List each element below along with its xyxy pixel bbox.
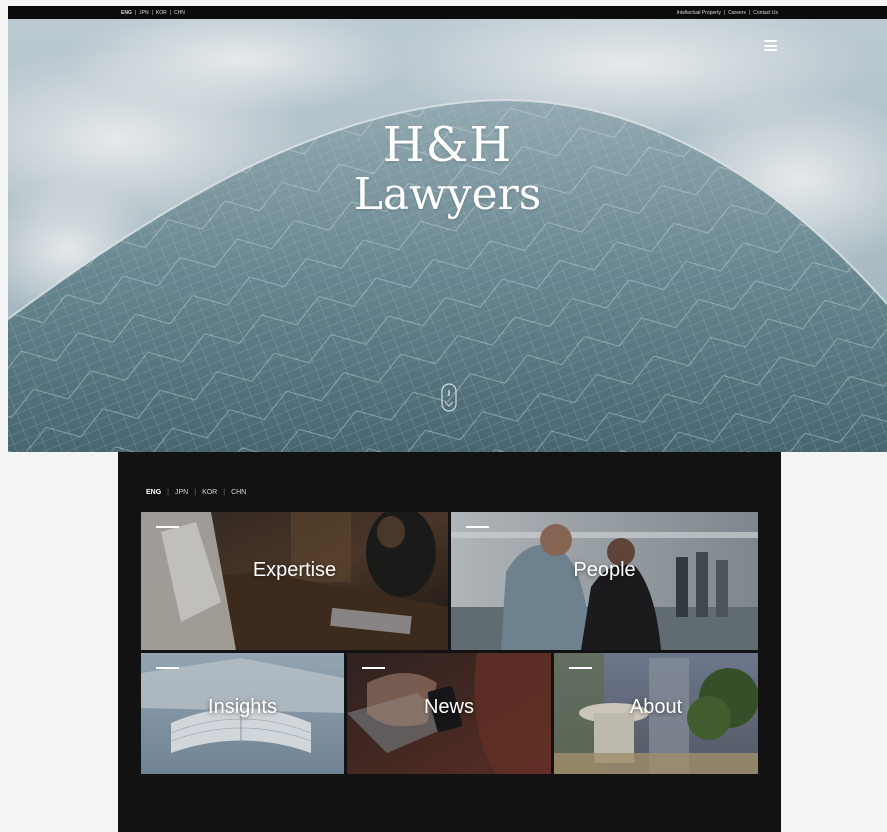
top-lang-eng[interactable]: ENG — [121, 10, 132, 16]
divider: | — [194, 489, 197, 496]
tile-label-expertise: Expertise — [252, 559, 337, 581]
navigation-panel: ENG | JPN | KOR | CHN Expertise People I… — [118, 452, 781, 832]
tile-label-people: People — [573, 559, 636, 581]
panel-language-switcher: ENG | JPN | KOR | CHN — [146, 489, 246, 496]
panel-lang-kor[interactable]: KOR — [202, 489, 217, 496]
top-links: Intellectual Property | Careers | Contac… — [677, 10, 778, 16]
divider: | — [748, 10, 751, 16]
tile-accent-line — [156, 526, 179, 528]
scroll-down-icon[interactable] — [440, 383, 458, 415]
tile-label-about: About — [629, 696, 683, 718]
brand-title-line2: Lawyers — [353, 169, 542, 220]
intellectual-property-link[interactable]: Intellectual Property — [677, 10, 721, 16]
hamburger-menu-icon[interactable] — [764, 40, 777, 51]
tile-label-insights: Insights — [208, 696, 277, 718]
tile-accent-line — [362, 667, 385, 669]
menu-line — [764, 44, 777, 47]
tile-insights[interactable]: Insights — [141, 653, 344, 774]
tile-accent-line — [466, 526, 489, 528]
tile-news[interactable]: News — [347, 653, 551, 774]
careers-link[interactable]: Careers — [728, 10, 746, 16]
hero-banner: H&H Lawyers — [8, 19, 887, 452]
tile-accent-line — [569, 667, 592, 669]
top-utility-bar: ENG | JPN | KOR | CHN Intellectual Prope… — [8, 6, 887, 19]
top-lang-chn[interactable]: CHN — [174, 10, 185, 16]
menu-line — [764, 49, 777, 51]
tile-label-news: News — [423, 696, 474, 718]
top-language-switcher: ENG | JPN | KOR | CHN — [121, 10, 185, 16]
tile-people[interactable]: People — [451, 512, 758, 650]
divider: | — [134, 10, 137, 16]
panel-lang-eng[interactable]: ENG — [146, 489, 161, 496]
contact-us-link[interactable]: Contact Us — [753, 10, 778, 16]
divider: | — [169, 10, 172, 16]
top-lang-kor[interactable]: KOR — [156, 10, 167, 16]
page: ENG | JPN | KOR | CHN Intellectual Prope… — [0, 0, 887, 832]
divider: | — [723, 10, 726, 16]
divider: | — [151, 10, 153, 16]
panel-lang-chn[interactable]: CHN — [231, 489, 246, 496]
brand-title-line1: H&H — [382, 117, 513, 173]
tile-expertise[interactable]: Expertise — [141, 512, 448, 650]
menu-line — [764, 40, 777, 42]
tile-accent-line — [156, 667, 179, 669]
top-lang-jpn[interactable]: JPN — [139, 10, 148, 16]
tile-about[interactable]: About — [554, 653, 758, 774]
divider: | — [167, 489, 169, 496]
divider: | — [223, 489, 226, 496]
panel-lang-jpn[interactable]: JPN — [175, 489, 188, 496]
